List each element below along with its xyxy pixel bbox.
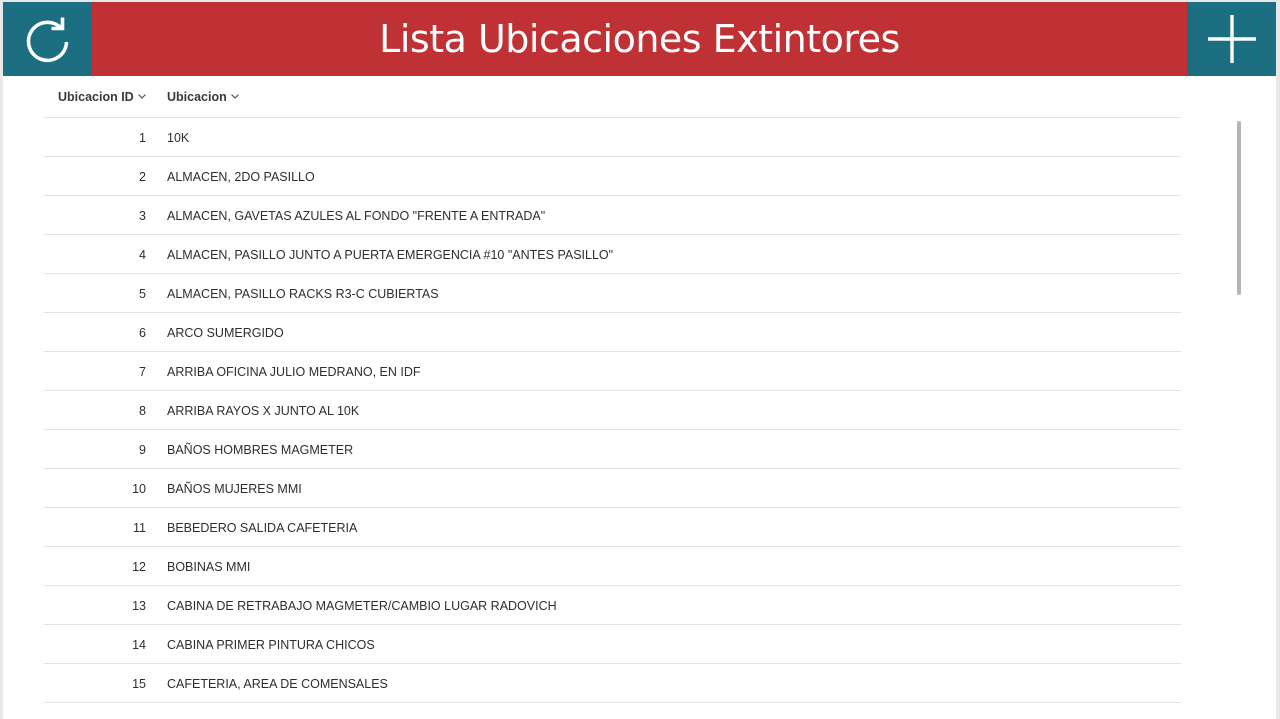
table-row[interactable]: 3 ALMACEN, GAVETAS AZULES AL FONDO "FREN…	[44, 196, 1181, 235]
cell-ubicacion: ARRIBA OFICINA JULIO MEDRANO, EN IDF	[167, 365, 421, 379]
page-title: Lista Ubicaciones Extintores	[379, 17, 900, 61]
cell-ubicacion-id: 6	[139, 326, 146, 340]
table: Ubicacion ID Ubicacion 1 10K 2 ALMACEN, …	[44, 76, 1181, 703]
cell-ubicacion: CABINA DE RETRABAJO MAGMETER/CAMBIO LUGA…	[167, 599, 557, 613]
cell-ubicacion: ALMACEN, 2DO PASILLO	[167, 170, 315, 184]
table-row[interactable]: 7 ARRIBA OFICINA JULIO MEDRANO, EN IDF	[44, 352, 1181, 391]
table-row[interactable]: 8 ARRIBA RAYOS X JUNTO AL 10K	[44, 391, 1181, 430]
cell-ubicacion: CAFETERIA, AREA DE COMENSALES	[167, 677, 388, 691]
cell-ubicacion-id: 5	[139, 287, 146, 301]
header-bar: Lista Ubicaciones Extintores	[3, 2, 1276, 76]
plus-icon	[1207, 15, 1256, 63]
cell-ubicacion-id: 13	[132, 599, 146, 613]
cell-ubicacion: ARRIBA RAYOS X JUNTO AL 10K	[167, 404, 360, 418]
cell-ubicacion: BOBINAS MMI	[167, 560, 251, 574]
table-row[interactable]: 10 BAÑOS MUJERES MMI	[44, 469, 1181, 508]
cell-ubicacion-id: 11	[133, 521, 146, 535]
cell-ubicacion-id: 14	[132, 638, 146, 652]
table-row[interactable]: 14 CABINA PRIMER PINTURA CHICOS	[44, 625, 1181, 664]
add-button[interactable]	[1187, 2, 1276, 76]
cell-ubicacion-id: 12	[132, 560, 146, 574]
cell-ubicacion: 10K	[167, 131, 190, 145]
table-row[interactable]: 9 BAÑOS HOMBRES MAGMETER	[44, 430, 1181, 469]
table-header: Ubicacion ID Ubicacion	[44, 76, 1181, 118]
cell-ubicacion-id: 10	[132, 482, 146, 496]
cell-ubicacion-id: 7	[139, 365, 146, 379]
column-header-label: Ubicacion	[167, 90, 227, 104]
table-row[interactable]: 1 10K	[44, 118, 1181, 157]
table-row[interactable]: 5 ALMACEN, PASILLO RACKS R3-C CUBIERTAS	[44, 274, 1181, 313]
cell-ubicacion-id: 4	[139, 248, 146, 262]
table-row[interactable]: 11 BEBEDERO SALIDA CAFETERIA	[44, 508, 1181, 547]
cell-ubicacion: ARCO SUMERGIDO	[167, 326, 284, 340]
table-row[interactable]: 2 ALMACEN, 2DO PASILLO	[44, 157, 1181, 196]
cell-ubicacion: ALMACEN, GAVETAS AZULES AL FONDO "FRENTE…	[167, 209, 546, 223]
locations-table: Ubicacion ID Ubicacion 1 10K 2 ALMACEN, …	[3, 76, 1276, 719]
cell-ubicacion: CABINA PRIMER PINTURA CHICOS	[167, 638, 375, 652]
column-header-ubicacion-id[interactable]: Ubicacion ID	[58, 76, 146, 117]
refresh-icon	[26, 17, 68, 63]
chevron-down-icon	[230, 94, 239, 99]
column-header-ubicacion[interactable]: Ubicacion	[167, 76, 239, 117]
app-screen: Lista Ubicaciones Extintores Ubicacion I…	[0, 0, 1280, 719]
refresh-button[interactable]	[3, 2, 92, 76]
table-row[interactable]: 12 BOBINAS MMI	[44, 547, 1181, 586]
cell-ubicacion: BAÑOS MUJERES MMI	[167, 482, 302, 496]
chevron-down-icon	[137, 94, 146, 99]
cell-ubicacion: BEBEDERO SALIDA CAFETERIA	[167, 521, 358, 535]
cell-ubicacion: ALMACEN, PASILLO RACKS R3-C CUBIERTAS	[167, 287, 439, 301]
vertical-scrollbar[interactable]	[1237, 121, 1241, 295]
cell-ubicacion: ALMACEN, PASILLO JUNTO A PUERTA EMERGENC…	[167, 248, 614, 262]
cell-ubicacion-id: 9	[139, 443, 146, 457]
table-row[interactable]: 13 CABINA DE RETRABAJO MAGMETER/CAMBIO L…	[44, 586, 1181, 625]
table-row[interactable]: 6 ARCO SUMERGIDO	[44, 313, 1181, 352]
cell-ubicacion-id: 8	[139, 404, 146, 418]
table-row[interactable]: 15 CAFETERIA, AREA DE COMENSALES	[44, 664, 1181, 703]
column-header-label: Ubicacion ID	[58, 90, 134, 104]
cell-ubicacion-id: 1	[139, 131, 146, 145]
cell-ubicacion-id: 2	[139, 170, 146, 184]
cell-ubicacion-id: 3	[139, 209, 146, 223]
table-row[interactable]: 4 ALMACEN, PASILLO JUNTO A PUERTA EMERGE…	[44, 235, 1181, 274]
cell-ubicacion-id: 15	[132, 677, 146, 691]
cell-ubicacion: BAÑOS HOMBRES MAGMETER	[167, 443, 354, 457]
